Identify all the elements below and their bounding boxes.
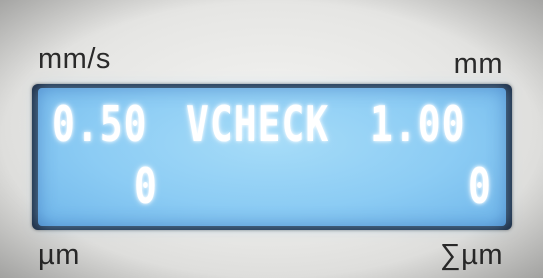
unit-label-micron: µm — [38, 239, 80, 271]
unit-label-speed: mm/s — [38, 43, 111, 75]
sum-micron-counter-readout: 0 — [468, 158, 492, 215]
lcd-row-1: 0.50 VCHECK 1.00 — [38, 100, 506, 150]
mode-readout: VCHECK — [186, 96, 330, 153]
unit-label-sum-micron: ∑µm — [439, 239, 503, 271]
speed-readout: 0.50 — [52, 96, 148, 153]
device-panel: mm/s mm 0.50 VCHECK 1.00 0 0 µm ∑µm — [0, 0, 543, 278]
distance-readout: 1.00 — [370, 96, 466, 153]
lcd-screen: 0.50 VCHECK 1.00 0 0 — [38, 88, 506, 226]
micron-counter-readout: 0 — [134, 158, 158, 215]
lcd-row-2: 0 0 — [38, 162, 506, 212]
unit-label-distance: mm — [453, 48, 503, 80]
